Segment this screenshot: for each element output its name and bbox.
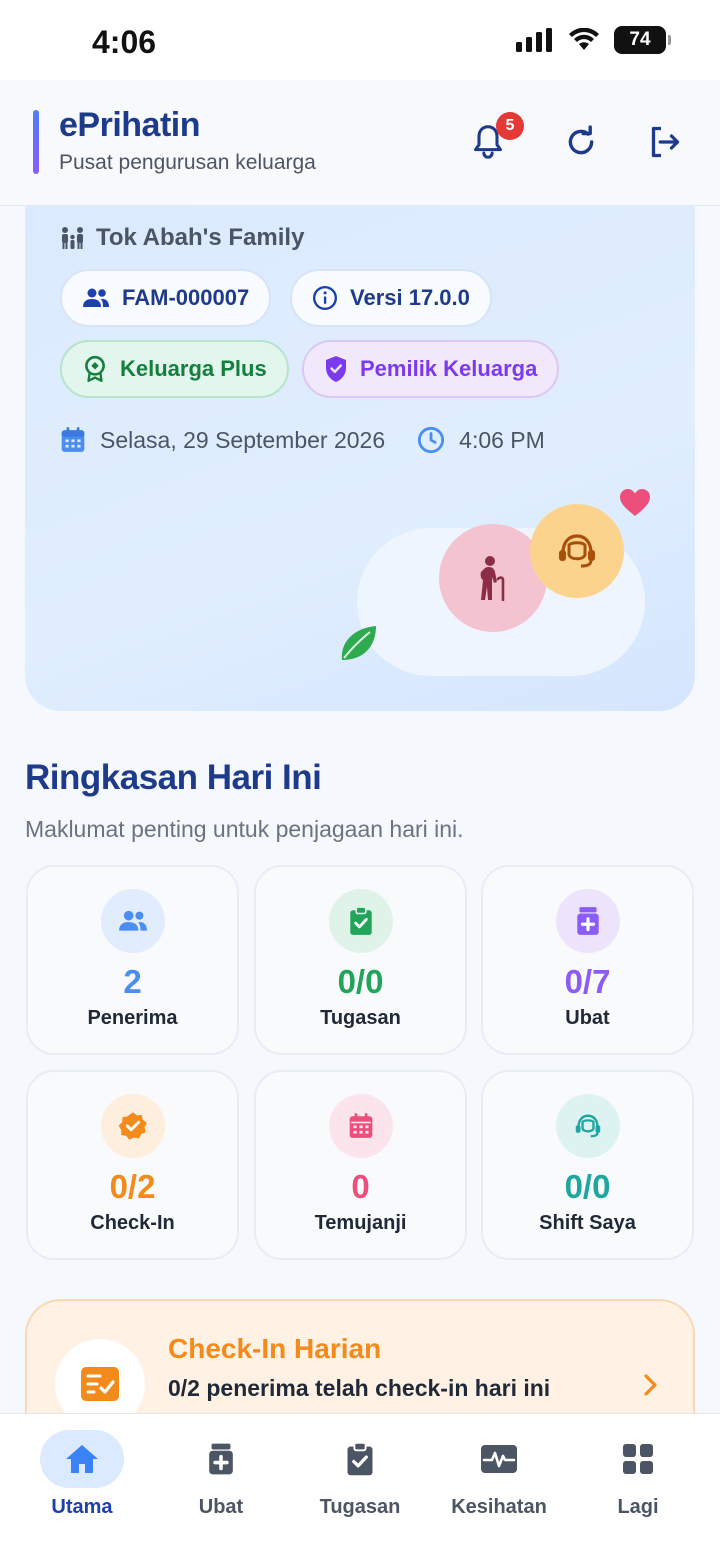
grid-icon	[623, 1444, 653, 1474]
stat-value: 0/0	[337, 963, 384, 1000]
notifications-button[interactable]: 5	[464, 112, 524, 166]
stat-card-penerima[interactable]: 2 Penerima	[26, 865, 239, 1055]
app-version: Versi 17.0.0	[350, 285, 470, 310]
stat-icon-wrap	[328, 889, 393, 953]
stat-value: 0/7	[564, 963, 611, 1000]
stat-card-temujanji[interactable]: 0 Temujanji	[254, 1070, 467, 1260]
home-icon	[66, 1445, 98, 1473]
award-icon	[85, 355, 105, 383]
summary-title: Ringkasan Hari Ini	[25, 758, 322, 797]
plan-chip[interactable]: Keluarga Plus	[60, 340, 289, 398]
app-title: ePrihatin	[59, 106, 200, 144]
calendar-icon	[349, 1113, 372, 1138]
clipboard-check-icon	[347, 1441, 373, 1476]
people-icon	[118, 910, 147, 931]
stat-icon-wrap	[100, 889, 165, 953]
nav-icon-wrap	[179, 1430, 263, 1488]
notification-badge: 5	[496, 112, 524, 140]
status-bar: 4:06 74	[0, 0, 720, 80]
plan-name: Keluarga Plus	[120, 356, 267, 381]
elderly-person-icon	[480, 556, 505, 601]
leaf-icon	[341, 626, 376, 660]
refresh-icon	[568, 125, 594, 155]
role-name: Pemilik Keluarga	[360, 356, 538, 381]
stat-value: 0/2	[109, 1168, 156, 1205]
nav-icon-wrap	[457, 1430, 541, 1488]
current-time: 4:06 PM	[459, 426, 545, 453]
medicine-icon	[209, 1443, 233, 1475]
stat-label: Shift Saya	[539, 1212, 636, 1234]
shield-check-icon	[326, 356, 346, 382]
stat-card-ubat[interactable]: 0/7 Ubat	[481, 865, 694, 1055]
nav-label: Ubat	[198, 1496, 244, 1518]
app-subtitle: Pusat pengurusan keluarga	[59, 151, 316, 174]
headset-icon	[575, 1114, 600, 1138]
nav-icon-wrap	[318, 1430, 402, 1488]
family-icon	[62, 227, 83, 249]
family-id: FAM-000007	[122, 285, 250, 310]
battery-indicator: 74	[614, 26, 671, 54]
signal-icon	[516, 28, 552, 52]
stat-label: Check-In	[90, 1212, 175, 1234]
stat-icon-wrap	[555, 1094, 620, 1158]
current-date: Selasa, 29 September 2026	[100, 426, 386, 453]
stat-card-shift-saya[interactable]: 0/0 Shift Saya	[481, 1070, 694, 1260]
stat-label: Temujanji	[314, 1212, 407, 1234]
chevron-right-icon	[644, 1374, 657, 1396]
app-header: ePrihatin Pusat pengurusan keluarga 5	[0, 80, 720, 206]
clock-icon	[418, 426, 445, 454]
logout-icon	[651, 126, 680, 158]
nav-item-utama[interactable]: Utama	[22, 1430, 142, 1519]
nav-item-kesihatan[interactable]: Kesihatan	[439, 1430, 559, 1519]
calendar-icon	[61, 427, 85, 452]
nav-label: Kesihatan	[451, 1496, 547, 1518]
logout-button[interactable]	[640, 118, 688, 166]
summary-subtitle: Maklumat penting untuk penjagaan hari in…	[25, 816, 464, 842]
nav-label: Lagi	[617, 1496, 659, 1518]
nav-label: Utama	[51, 1496, 113, 1518]
stat-label: Penerima	[87, 1007, 178, 1029]
nav-item-tugasan[interactable]: Tugasan	[300, 1430, 420, 1519]
heart-icon	[620, 489, 650, 516]
caregiver-illustration	[530, 504, 624, 598]
family-hero-card: Tok Abah's Family FAM-000007 Versi 17.0.…	[25, 206, 695, 711]
family-row: Tok Abah's Family	[60, 224, 304, 252]
status-icons: 74	[516, 26, 671, 54]
checkin-title: Check-In Harian	[168, 1333, 382, 1364]
stat-icon-wrap	[100, 1094, 165, 1158]
refresh-button[interactable]	[557, 118, 605, 166]
heart-monitor-icon	[481, 1445, 517, 1473]
nav-item-ubat[interactable]: Ubat	[161, 1430, 281, 1519]
status-time: 4:06	[92, 24, 157, 60]
nav-icon-wrap	[596, 1430, 680, 1488]
date-time-row: Selasa, 29 September 2026 4:06 PM	[60, 426, 545, 454]
stat-value: 0/0	[564, 1168, 611, 1205]
stat-label: Tugasan	[320, 1007, 401, 1029]
stat-card-tugasan[interactable]: 0/0 Tugasan	[254, 865, 467, 1055]
checkin-description: 0/2 penerima telah check-in hari ini	[168, 1375, 551, 1401]
people-icon	[83, 288, 109, 307]
nav-item-lagi[interactable]: Lagi	[578, 1430, 698, 1519]
checklist-icon	[81, 1367, 119, 1401]
nav-icon-wrap	[40, 1430, 124, 1488]
stat-value: 2	[123, 963, 142, 1000]
role-chip[interactable]: Pemilik Keluarga	[302, 340, 560, 398]
wifi-icon	[569, 28, 599, 50]
stat-icon-wrap	[555, 889, 620, 953]
stat-card-check-in[interactable]: 0/2 Check-In	[26, 1070, 239, 1260]
info-icon	[312, 285, 338, 311]
medicine-icon	[576, 907, 599, 935]
family-name: Tok Abah's Family	[96, 224, 305, 251]
stat-label: Ubat	[565, 1007, 610, 1029]
clipboard-check-icon	[349, 906, 372, 935]
headset-icon	[559, 534, 595, 568]
family-id-chip[interactable]: FAM-000007	[60, 269, 272, 327]
verified-badge-icon	[118, 1112, 147, 1140]
stat-icon-wrap	[328, 1094, 393, 1158]
nav-label: Tugasan	[319, 1496, 401, 1518]
brand-accent-bar	[33, 110, 39, 174]
version-chip[interactable]: Versi 17.0.0	[290, 269, 492, 327]
stat-value: 0	[351, 1168, 370, 1205]
bottom-navigation: Utama Ubat Tugasan Kesihatan Lagi	[0, 1413, 720, 1559]
